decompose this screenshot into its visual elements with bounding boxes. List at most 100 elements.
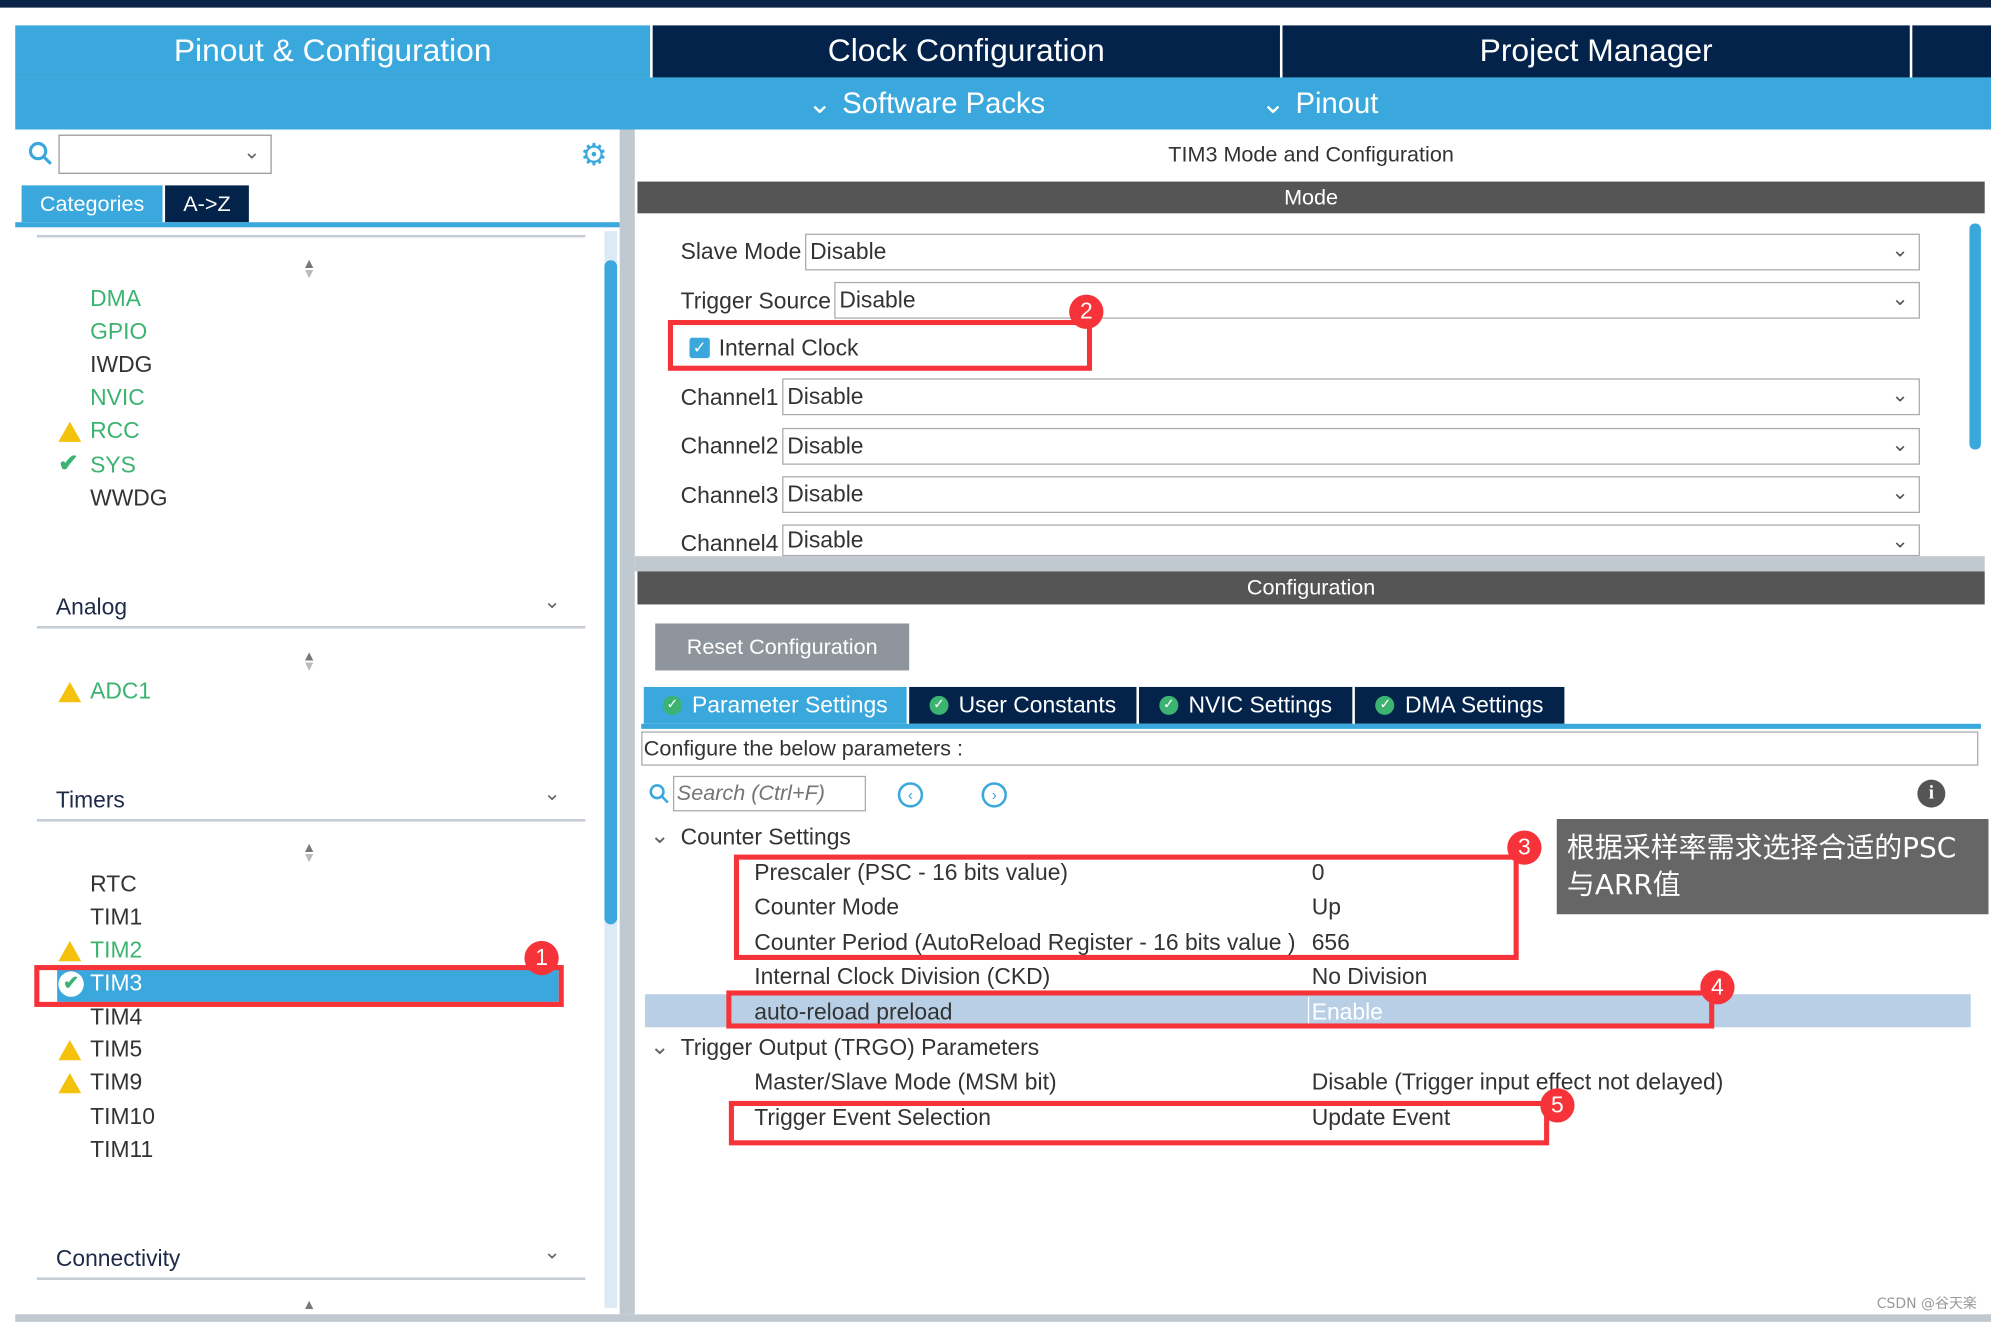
chevron-down-icon[interactable]: ⌄ — [543, 781, 560, 806]
annotation-badge: 2 — [1069, 294, 1104, 329]
sort-icon[interactable]: ▲ ▼ — [302, 841, 316, 865]
chevron-down-icon[interactable]: ⌄ — [650, 823, 669, 850]
param-name: Internal Clock Division (CKD) — [754, 963, 1051, 990]
warning-icon — [58, 940, 82, 962]
trigger-source-select[interactable]: Disable ⌄ — [834, 281, 1920, 319]
sort-icon[interactable]: ▲ ▼ — [302, 257, 316, 281]
configuration-header: Configuration — [637, 571, 1985, 605]
sidebar-item-dma[interactable]: DMA — [90, 286, 141, 313]
chevron-down-icon: ⌄ — [1891, 482, 1909, 505]
trigger-source-label: Trigger Source — [680, 288, 831, 314]
chevron-down-icon[interactable]: ⌄ — [543, 589, 560, 614]
tab-tools[interactable] — [1912, 25, 1991, 78]
sidebar-item-tim1[interactable]: TIM1 — [90, 904, 142, 931]
scrollbar-thumb[interactable] — [604, 260, 618, 925]
chevron-down-icon: ⌄ — [243, 142, 261, 164]
mode-scrollbar[interactable] — [1969, 223, 1981, 450]
search-icon[interactable] — [28, 141, 53, 166]
tab-pinout-configuration[interactable]: Pinout & Configuration — [15, 25, 651, 78]
tab-a-z[interactable]: A->Z — [165, 185, 249, 223]
sidebar-item-tim9[interactable]: TIM9 — [90, 1069, 142, 1096]
annotation-note: 根据采样率需求选择合适的PSC与ARR值 — [1556, 819, 1989, 915]
param-value[interactable]: No Division — [1312, 964, 1428, 991]
annotation-badge: 5 — [1540, 1088, 1575, 1123]
group-counter-settings[interactable]: Counter Settings — [681, 824, 851, 851]
parameter-search-input[interactable] — [672, 775, 867, 812]
sidebar-item-adc1[interactable]: ADC1 — [90, 678, 151, 705]
watermark: CSDN @谷天楽 — [1876, 1295, 1977, 1312]
sidebar-item-tim2[interactable]: TIM2 — [90, 937, 142, 964]
group-trgo-parameters[interactable]: Trigger Output (TRGO) Parameters — [681, 1035, 1040, 1062]
tab-label: Clock Configuration — [827, 33, 1105, 69]
annotation-box-3 — [733, 854, 1519, 960]
tab-categories[interactable]: Categories — [21, 185, 163, 223]
sidebar-item-iwdg[interactable]: IWDG — [90, 352, 152, 379]
tab-label: Parameter Settings — [691, 692, 888, 718]
software-packs-menu[interactable]: ⌄ Software Packs — [808, 77, 1046, 129]
annotation-badge: 4 — [1700, 970, 1735, 1005]
sidebar-item-tim11[interactable]: TIM11 — [90, 1136, 153, 1163]
select-value: Disable — [787, 526, 864, 553]
info-icon[interactable]: i — [1917, 779, 1946, 808]
check-circle-icon: ✓ — [662, 695, 682, 715]
reset-configuration-button[interactable]: Reset Configuration — [655, 623, 910, 671]
sidebar-item-wwdg[interactable]: WWDG — [90, 485, 167, 512]
category-timers[interactable]: Timers — [56, 787, 125, 814]
chevron-down-icon: ⌄ — [1891, 384, 1909, 407]
chevron-down-icon: ⌄ — [807, 86, 833, 120]
sidebar-item-tim4[interactable]: TIM4 — [90, 1004, 142, 1031]
page-title: TIM3 Mode and Configuration — [1168, 142, 1454, 167]
bottom-border — [15, 1314, 1991, 1322]
tab-project-manager[interactable]: Project Manager — [1282, 25, 1910, 78]
warning-icon — [58, 1039, 82, 1061]
tab-underline — [641, 723, 1981, 729]
divider — [36, 234, 586, 238]
sidebar-item-rcc[interactable]: RCC — [90, 418, 140, 445]
tab-underline — [15, 222, 620, 228]
warning-icon — [58, 421, 82, 442]
chevron-down-icon: ⌄ — [1891, 434, 1909, 456]
sort-icon[interactable]: ▲ ▼ — [302, 650, 316, 674]
sidebar-item-rtc[interactable]: RTC — [90, 871, 137, 898]
sort-icon[interactable]: ▲ — [302, 1298, 316, 1312]
chevron-down-icon[interactable]: ⌄ — [543, 1239, 560, 1264]
check-circle-icon: ✓ — [929, 695, 949, 715]
pinout-menu[interactable]: ⌄ Pinout — [1261, 77, 1378, 129]
next-icon[interactable]: › — [981, 782, 1007, 808]
sidebar-item-tim5[interactable]: TIM5 — [90, 1036, 142, 1063]
sidebar-item-gpio[interactable]: GPIO — [90, 319, 147, 346]
select-value: Disable — [787, 433, 864, 459]
tab-dma-settings[interactable]: ✓ DMA Settings — [1354, 686, 1565, 724]
panel-splitter[interactable] — [619, 129, 635, 1315]
chevron-down-icon[interactable]: ⌄ — [650, 1034, 669, 1061]
category-analog[interactable]: Analog — [56, 594, 127, 621]
previous-icon[interactable]: ‹ — [897, 782, 924, 808]
section-splitter[interactable] — [634, 556, 1985, 572]
slave-mode-select[interactable]: Disable ⌄ — [805, 233, 1920, 271]
menu-label: Pinout — [1295, 86, 1379, 120]
tab-label: Pinout & Configuration — [173, 33, 492, 69]
tab-parameter-settings[interactable]: ✓ Parameter Settings — [643, 686, 907, 724]
sidebar-item-sys[interactable]: SYS — [90, 452, 136, 479]
select-value: Disable — [787, 383, 864, 409]
channel2-select[interactable]: Disable ⌄ — [782, 427, 1920, 465]
tab-user-constants[interactable]: ✓ User Constants — [909, 686, 1137, 724]
param-value[interactable]: Disable (Trigger input effect not delaye… — [1312, 1069, 1724, 1096]
channel1-select[interactable]: Disable ⌄ — [782, 378, 1920, 416]
channel4-label: Channel4 — [680, 530, 779, 557]
check-circle-icon: ✓ — [1159, 695, 1179, 715]
chevron-down-icon: ⌄ — [1260, 86, 1286, 120]
category-connectivity[interactable]: Connectivity — [56, 1246, 180, 1273]
gear-icon[interactable]: ⚙ — [580, 137, 607, 174]
sidebar-item-nvic[interactable]: NVIC — [90, 385, 145, 412]
divider — [36, 626, 586, 629]
sidebar-item-tim10[interactable]: TIM10 — [90, 1103, 155, 1130]
divider — [36, 819, 586, 822]
tab-clock-configuration[interactable]: Clock Configuration — [652, 25, 1280, 78]
channel4-select[interactable]: Disable ⌄ — [782, 524, 1920, 557]
channel3-select[interactable]: Disable ⌄ — [782, 476, 1920, 513]
annotation-badge: 1 — [524, 940, 559, 976]
search-icon — [649, 784, 669, 804]
sidebar-search-combo[interactable]: ⌄ — [58, 134, 272, 174]
tab-nvic-settings[interactable]: ✓ NVIC Settings — [1139, 686, 1353, 724]
